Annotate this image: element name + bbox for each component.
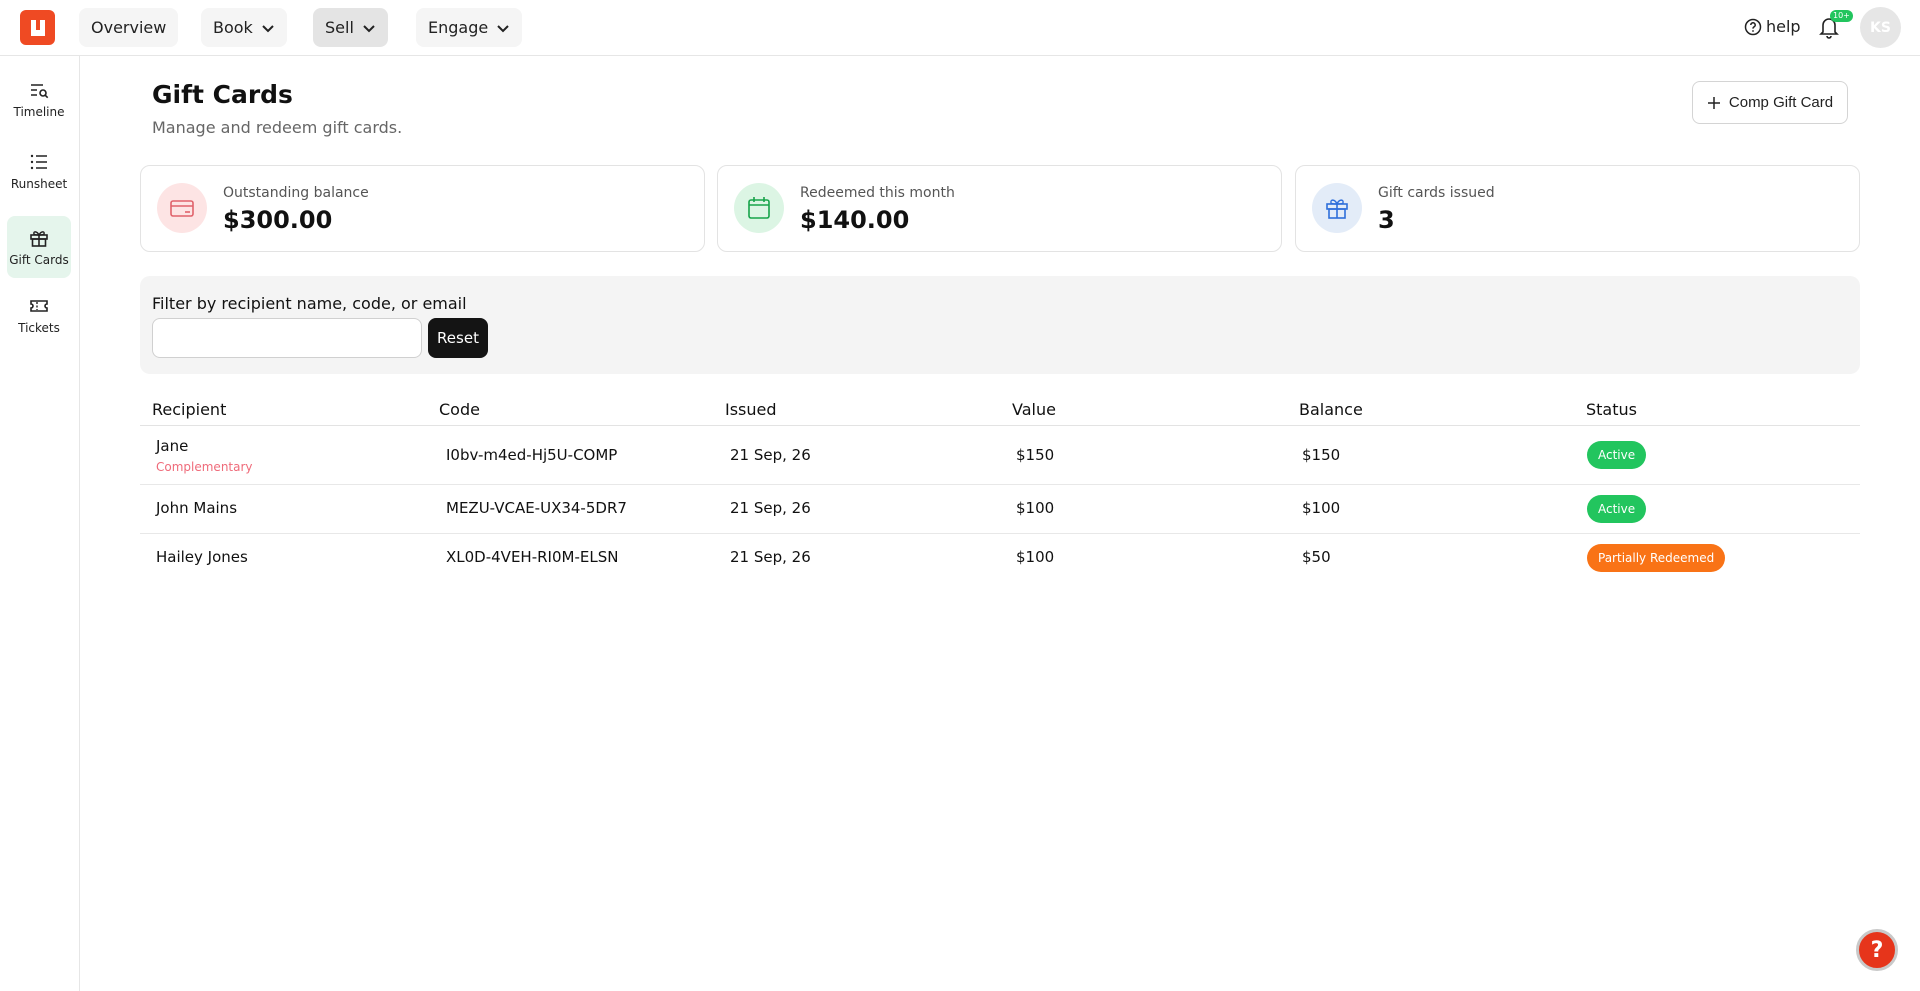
credit-card-icon xyxy=(170,200,194,217)
recipient-name: Jane xyxy=(156,437,189,455)
sidebar-item-tickets[interactable]: Tickets xyxy=(7,284,71,346)
nav-overview[interactable]: Overview xyxy=(79,8,179,47)
status-badge: Partially Redeemed xyxy=(1587,544,1726,572)
stat-icon-wrap xyxy=(734,183,784,233)
nav-book-label: Book xyxy=(213,18,253,37)
table-row[interactable]: Jane Complementary I0bv-m4ed-Hj5U-COMP 2… xyxy=(140,426,1860,485)
chevron-down-icon xyxy=(497,24,509,32)
stat-label: Redeemed this month xyxy=(800,185,955,201)
top-bar: Overview Book Sell Engage help 10+ KS xyxy=(0,0,1920,56)
status-badge: Active xyxy=(1587,495,1647,523)
sidebar-item-timeline[interactable]: Timeline xyxy=(7,68,71,130)
gift-icon xyxy=(1326,199,1348,219)
stat-value: $300.00 xyxy=(223,206,333,234)
column-header-balance: Balance xyxy=(1299,400,1363,419)
stat-card-issued: Gift cards issued 3 xyxy=(1295,165,1860,252)
issued-date: 21 Sep, 26 xyxy=(730,499,811,517)
timeline-icon xyxy=(31,84,49,99)
floating-help-button[interactable]: ? xyxy=(1856,929,1898,971)
page-title: Gift Cards xyxy=(152,80,293,109)
card-value: $150 xyxy=(1016,446,1055,464)
question-circle-icon xyxy=(1744,18,1762,35)
filter-input[interactable] xyxy=(152,318,422,358)
card-balance: $100 xyxy=(1302,499,1341,517)
sidebar-item-runsheet[interactable]: Runsheet xyxy=(7,140,71,202)
stat-card-outstanding: Outstanding balance $300.00 xyxy=(140,165,705,252)
column-header-code: Code xyxy=(439,400,480,419)
sidebar-item-label: Gift Cards xyxy=(9,253,69,267)
column-header-value: Value xyxy=(1012,400,1056,419)
card-value: $100 xyxy=(1016,499,1055,517)
gift-card-code: MEZU-VCAE-UX34-5DR7 xyxy=(446,499,627,517)
chevron-down-icon xyxy=(262,24,274,32)
recipient-note: Complementary xyxy=(156,460,253,474)
card-value: $100 xyxy=(1016,548,1055,566)
filter-label: Filter by recipient name, code, or email xyxy=(152,294,467,313)
sidebar-item-label: Runsheet xyxy=(10,177,68,191)
stat-value: 3 xyxy=(1378,206,1395,234)
stat-label: Outstanding balance xyxy=(223,185,369,201)
stat-icon-wrap xyxy=(157,183,207,233)
comp-gift-card-button[interactable]: Comp Gift Card xyxy=(1692,81,1848,124)
notification-badge: 10+ xyxy=(1830,10,1853,22)
table-row[interactable]: John Mains MEZU-VCAE-UX34-5DR7 21 Sep, 2… xyxy=(140,485,1860,534)
gift-card-code: I0bv-m4ed-Hj5U-COMP xyxy=(446,446,618,464)
nav-engage[interactable]: Engage xyxy=(416,8,523,47)
issued-date: 21 Sep, 26 xyxy=(730,548,811,566)
table-header: Recipient Code Issued Value Balance Stat… xyxy=(140,396,1860,426)
card-balance: $50 xyxy=(1302,548,1331,566)
reset-button[interactable]: Reset xyxy=(428,318,488,358)
sidebar-item-label: Tickets xyxy=(18,321,60,335)
logo-icon xyxy=(30,19,45,36)
calendar-icon xyxy=(748,197,770,219)
plus-icon xyxy=(1707,96,1720,109)
column-header-issued: Issued xyxy=(725,400,777,419)
nav-sell[interactable]: Sell xyxy=(313,8,388,47)
recipient-name: Hailey Jones xyxy=(156,548,248,566)
status-badge: Active xyxy=(1587,441,1647,469)
sidebar-item-label: Timeline xyxy=(13,105,65,119)
stat-label: Gift cards issued xyxy=(1378,185,1495,201)
column-header-status: Status xyxy=(1586,400,1637,419)
sidebar: Timeline Runsheet Gift Cards Tickets xyxy=(0,56,80,991)
gift-card-code: XL0D-4VEH-RI0M-ELSN xyxy=(446,548,619,566)
filter-panel: Filter by recipient name, code, or email… xyxy=(140,276,1860,374)
nav-sell-label: Sell xyxy=(325,18,354,37)
sidebar-item-gift-cards[interactable]: Gift Cards xyxy=(7,216,71,278)
recipient-name: John Mains xyxy=(156,499,238,517)
app-logo[interactable] xyxy=(20,10,55,45)
list-icon xyxy=(30,154,47,170)
help-link[interactable]: help xyxy=(1744,17,1801,36)
avatar[interactable]: KS xyxy=(1860,7,1901,48)
stat-icon-wrap xyxy=(1312,183,1362,233)
nav-engage-label: Engage xyxy=(428,18,489,37)
gift-icon xyxy=(30,231,48,247)
issued-date: 21 Sep, 26 xyxy=(730,446,811,464)
stat-card-redeemed: Redeemed this month $140.00 xyxy=(717,165,1282,252)
table-row[interactable]: Hailey Jones XL0D-4VEH-RI0M-ELSN 21 Sep,… xyxy=(140,534,1860,582)
column-header-recipient: Recipient xyxy=(152,400,227,419)
ticket-icon xyxy=(30,300,48,312)
stat-value: $140.00 xyxy=(800,206,910,234)
card-balance: $150 xyxy=(1302,446,1341,464)
chevron-down-icon xyxy=(363,24,375,32)
page-subtitle: Manage and redeem gift cards. xyxy=(152,118,403,137)
gift-cards-table: Recipient Code Issued Value Balance Stat… xyxy=(140,396,1860,582)
help-label: help xyxy=(1766,17,1801,36)
nav-overview-label: Overview xyxy=(91,18,167,37)
comp-gift-card-label: Comp Gift Card xyxy=(1728,94,1834,111)
nav-book[interactable]: Book xyxy=(201,8,287,47)
